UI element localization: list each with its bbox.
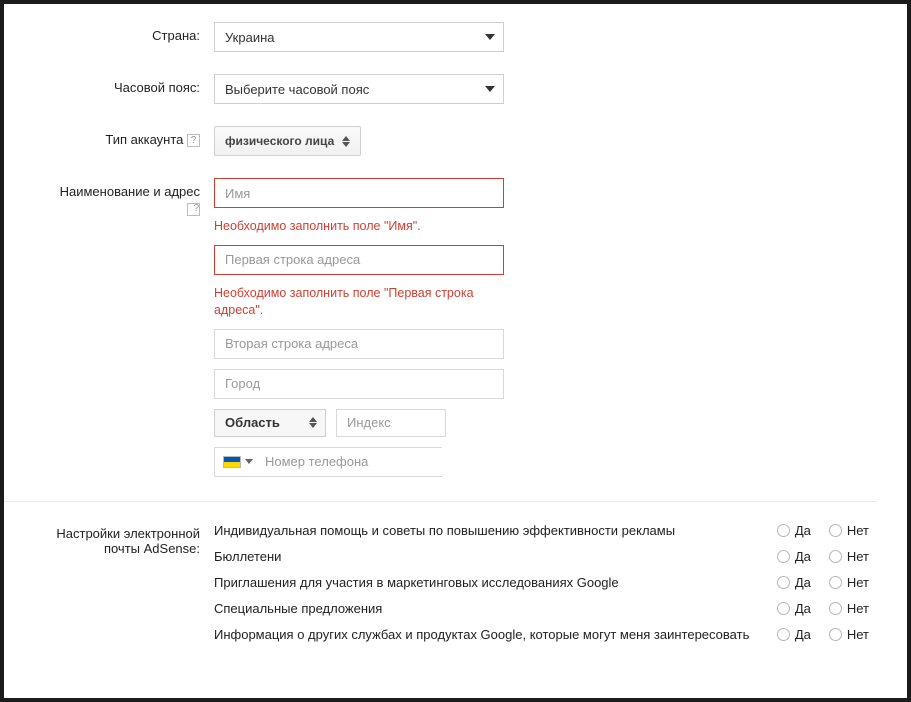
- radio-label: Нет: [847, 523, 869, 538]
- label-country: Страна:: [4, 22, 214, 43]
- pref-row: Приглашения для участия в маркетинговых …: [214, 572, 877, 594]
- country-select[interactable]: Украина: [214, 22, 504, 52]
- section-divider: [4, 501, 877, 502]
- pref-row: Информация о других службах и продуктах …: [214, 624, 877, 646]
- account-type-value: физического лица: [225, 134, 334, 148]
- pref-radio-yes[interactable]: Да: [777, 627, 811, 642]
- help-icon[interactable]: ?: [187, 203, 200, 216]
- row-email-prefs: Настройки электронной почты AdSense: Инд…: [4, 520, 877, 650]
- sort-arrows-icon: [342, 136, 350, 147]
- address-line2-input[interactable]: [214, 329, 504, 359]
- pref-text: Индивидуальная помощь и советы по повыше…: [214, 523, 777, 538]
- radio-label: Да: [795, 627, 811, 642]
- email-prefs-list: Индивидуальная помощь и советы по повыше…: [214, 520, 877, 650]
- pref-radio-yes[interactable]: Да: [777, 575, 811, 590]
- pref-text: Информация о других службах и продуктах …: [214, 627, 777, 642]
- label-email-prefs-line1: Настройки электронной: [56, 526, 200, 541]
- pref-radio-no[interactable]: Нет: [829, 549, 869, 564]
- radio-icon: [829, 628, 842, 641]
- pref-radio-no[interactable]: Нет: [829, 627, 869, 642]
- label-timezone: Часовой пояс:: [4, 74, 214, 95]
- region-zip-pair: Область: [214, 409, 877, 437]
- chevron-down-icon: [485, 34, 495, 40]
- zip-input[interactable]: [336, 409, 446, 437]
- radio-label: Да: [795, 549, 811, 564]
- pref-radio-group: Да Нет: [777, 549, 877, 564]
- pref-radio-group: Да Нет: [777, 627, 877, 642]
- pref-text: Специальные предложения: [214, 601, 777, 616]
- radio-label: Нет: [847, 601, 869, 616]
- label-account-type-text: Тип аккаунта: [105, 132, 183, 147]
- sort-arrows-icon: [309, 417, 317, 428]
- city-input[interactable]: [214, 369, 504, 399]
- chevron-down-icon: [485, 86, 495, 92]
- pref-row: Индивидуальная помощь и советы по повыше…: [214, 520, 877, 542]
- region-select-value: Область: [225, 415, 280, 430]
- country-select-value: Украина: [225, 30, 275, 45]
- account-type-select[interactable]: физического лица: [214, 126, 361, 156]
- timezone-select[interactable]: Выберите часовой пояс: [214, 74, 504, 104]
- pref-radio-yes[interactable]: Да: [777, 523, 811, 538]
- radio-label: Нет: [847, 627, 869, 642]
- radio-icon: [829, 576, 842, 589]
- pref-radio-no[interactable]: Нет: [829, 601, 869, 616]
- row-account-type: Тип аккаунта ? физического лица: [4, 126, 877, 156]
- name-input[interactable]: [214, 178, 504, 208]
- label-email-prefs: Настройки электронной почты AdSense:: [4, 520, 214, 556]
- radio-label: Да: [795, 575, 811, 590]
- radio-icon: [777, 602, 790, 615]
- row-name-address: Наименование и адрес ? Необходимо заполн…: [4, 178, 877, 477]
- row-country: Страна: Украина: [4, 22, 877, 52]
- pref-radio-no[interactable]: Нет: [829, 575, 869, 590]
- address-line1-input[interactable]: [214, 245, 504, 275]
- radio-icon: [829, 524, 842, 537]
- pref-radio-no[interactable]: Нет: [829, 523, 869, 538]
- label-account-type: Тип аккаунта ?: [4, 126, 214, 147]
- form-container: Страна: Украина Часовой пояс: Выберите ч…: [4, 4, 907, 698]
- radio-label: Нет: [847, 549, 869, 564]
- radio-icon: [829, 602, 842, 615]
- app-frame: Страна: Украина Часовой пояс: Выберите ч…: [0, 0, 911, 702]
- label-name-address-text: Наименование и адрес: [60, 184, 200, 199]
- help-icon[interactable]: ?: [187, 134, 200, 147]
- pref-radio-yes[interactable]: Да: [777, 601, 811, 616]
- pref-row: Бюллетени Да Нет: [214, 546, 877, 568]
- radio-icon: [829, 550, 842, 563]
- radio-label: Нет: [847, 575, 869, 590]
- country-code-dropdown[interactable]: [245, 459, 253, 464]
- region-select[interactable]: Область: [214, 409, 326, 437]
- radio-icon: [777, 524, 790, 537]
- name-error-text: Необходимо заполнить поле "Имя".: [214, 218, 504, 235]
- pref-row: Специальные предложения Да Нет: [214, 598, 877, 620]
- radio-icon: [777, 628, 790, 641]
- phone-input[interactable]: [259, 448, 447, 476]
- label-email-prefs-line2: почты AdSense:: [104, 541, 200, 556]
- radio-icon: [777, 576, 790, 589]
- label-name-address: Наименование и адрес ?: [4, 178, 214, 216]
- phone-field: [214, 447, 442, 477]
- pref-text: Приглашения для участия в маркетинговых …: [214, 575, 777, 590]
- radio-icon: [777, 550, 790, 563]
- pref-radio-group: Да Нет: [777, 523, 877, 538]
- pref-radio-yes[interactable]: Да: [777, 549, 811, 564]
- pref-radio-group: Да Нет: [777, 575, 877, 590]
- pref-radio-group: Да Нет: [777, 601, 877, 616]
- pref-text: Бюллетени: [214, 549, 777, 564]
- address-line1-error-text: Необходимо заполнить поле "Первая строка…: [214, 285, 504, 319]
- row-timezone: Часовой пояс: Выберите часовой пояс: [4, 74, 877, 104]
- timezone-select-value: Выберите часовой пояс: [225, 82, 369, 97]
- flag-ukraine-icon: [223, 456, 241, 468]
- radio-label: Да: [795, 523, 811, 538]
- radio-label: Да: [795, 601, 811, 616]
